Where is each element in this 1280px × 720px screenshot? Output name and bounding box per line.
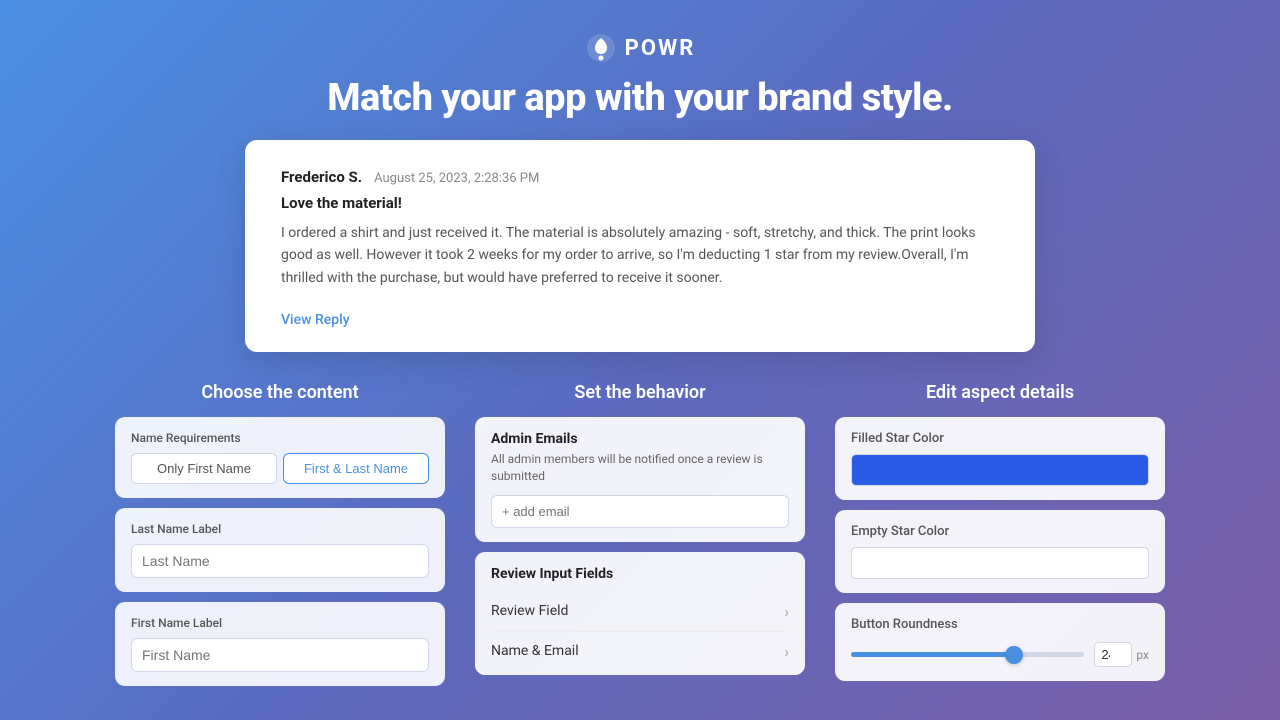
name-requirements-label: Name Requirements xyxy=(131,431,429,445)
slider-fill xyxy=(851,652,1014,657)
column-content: Choose the content Name Requirements Onl… xyxy=(115,382,445,696)
last-name-label-title: Last Name Label xyxy=(131,522,429,536)
review-field-chevron-icon: › xyxy=(784,602,789,621)
reviewer-name: Frederico S. xyxy=(281,168,362,186)
column-content-title: Choose the content xyxy=(115,382,445,403)
review-date: August 25, 2023, 2:28:36 PM xyxy=(374,171,539,186)
review-card: Frederico S. August 25, 2023, 2:28:36 PM… xyxy=(245,140,1035,352)
name-email-chevron-icon: › xyxy=(784,642,789,661)
admin-emails-panel: Admin Emails All admin members will be n… xyxy=(475,417,805,542)
button-roundness-label: Button Roundness xyxy=(851,617,1149,632)
slider-row: px xyxy=(851,642,1149,667)
name-email-label: Name & Email xyxy=(491,643,579,659)
logo-text: POWR xyxy=(625,36,696,61)
review-body: I ordered a shirt and just received it. … xyxy=(281,222,999,289)
review-fields-panel: Review Input Fields Review Field › Name … xyxy=(475,552,805,675)
name-toggle-group: Only First Name First & Last Name xyxy=(131,453,429,484)
filled-star-color-label: Filled Star Color xyxy=(851,431,1149,446)
review-header: Frederico S. August 25, 2023, 2:28:36 PM xyxy=(281,168,999,186)
name-requirements-panel: Name Requirements Only First Name First … xyxy=(115,417,445,498)
filled-star-color-swatch[interactable] xyxy=(851,454,1149,486)
review-title: Love the material! xyxy=(281,194,999,212)
column-aspect-title: Edit aspect details xyxy=(835,382,1165,403)
column-aspect: Edit aspect details Filled Star Color Em… xyxy=(835,382,1165,696)
first-name-input[interactable] xyxy=(131,638,429,672)
review-fields-title: Review Input Fields xyxy=(491,566,789,582)
powr-logo-icon xyxy=(585,32,617,64)
first-name-label-panel: First Name Label xyxy=(115,602,445,686)
column-behavior: Set the behavior Admin Emails All admin … xyxy=(475,382,805,696)
logo: POWR xyxy=(0,32,1280,64)
bottom-section: Choose the content Name Requirements Onl… xyxy=(0,382,1280,696)
button-roundness-panel: Button Roundness px xyxy=(835,603,1165,681)
headline: Match your app with your brand style. xyxy=(0,76,1280,120)
slider-thumb[interactable] xyxy=(1005,646,1023,664)
view-reply-link[interactable]: View Reply xyxy=(281,312,350,328)
add-email-input[interactable] xyxy=(491,495,789,528)
empty-star-color-panel: Empty Star Color xyxy=(835,510,1165,593)
last-name-input[interactable] xyxy=(131,544,429,578)
admin-emails-desc: All admin members will be notified once … xyxy=(491,451,789,485)
last-name-label-panel: Last Name Label xyxy=(115,508,445,592)
first-last-name-button[interactable]: First & Last Name xyxy=(283,453,429,484)
first-name-label-title: First Name Label xyxy=(131,616,429,630)
review-field-label: Review Field xyxy=(491,603,568,619)
roundness-value-input[interactable] xyxy=(1094,642,1132,667)
column-behavior-title: Set the behavior xyxy=(475,382,805,403)
only-first-name-button[interactable]: Only First Name xyxy=(131,453,277,484)
slider-track[interactable] xyxy=(851,652,1084,657)
review-card-wrapper: Frederico S. August 25, 2023, 2:28:36 PM… xyxy=(0,140,1280,352)
review-field-row[interactable]: Review Field › xyxy=(491,592,789,632)
name-email-field-row[interactable]: Name & Email › xyxy=(491,632,789,661)
filled-star-color-panel: Filled Star Color xyxy=(835,417,1165,500)
px-unit-label: px xyxy=(1136,648,1149,662)
empty-star-color-label: Empty Star Color xyxy=(851,524,1149,539)
header: POWR Match your app with your brand styl… xyxy=(0,0,1280,140)
admin-emails-title: Admin Emails xyxy=(491,431,789,447)
px-input-group: px xyxy=(1094,642,1149,667)
empty-star-color-swatch[interactable] xyxy=(851,547,1149,579)
